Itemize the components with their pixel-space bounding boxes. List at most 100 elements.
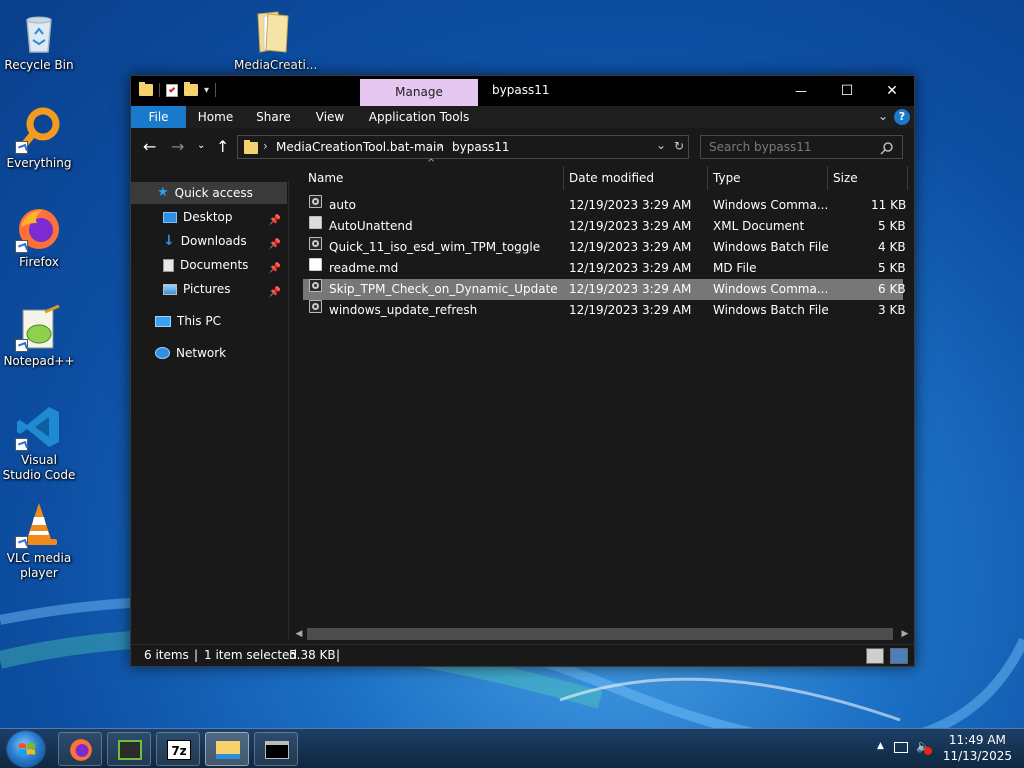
tab-view[interactable]: View [309,106,351,128]
column-header-date-modified[interactable]: Date modified [569,164,654,192]
file-row[interactable]: readme.md 12/19/2023 3:29 AM MD File 5 K… [303,258,906,279]
pin-icon[interactable]: 📌 [269,258,281,280]
file-name: Skip_TPM_Check_on_Dynamic_Update [329,282,558,296]
batch-file-icon [309,237,322,250]
nav-item-quick-access[interactable]: ★ Quick access [131,182,287,204]
breadcrumb-chevron-icon[interactable]: › [438,139,443,153]
file-explorer-icon [216,741,240,759]
back-arrow-icon[interactable]: ← [143,137,156,156]
column-header-name[interactable]: Name [308,164,343,192]
file-size: 3 KB [878,303,906,317]
taskbar-firefox[interactable] [58,732,102,766]
large-icons-view-button[interactable] [890,648,908,664]
desktop-icon-label: MediaCreati... [234,58,318,72]
new-folder-icon[interactable] [184,82,198,96]
file-size: 6 KB [878,282,906,296]
file-name: readme.md [329,261,399,275]
shortcut-arrow-icon [15,141,28,154]
desktop-icon-notepad-plus-plus[interactable]: Notepad++ [1,304,77,369]
taskbar-gpu-app[interactable] [107,732,151,766]
desktop-icon-label: Everything [6,156,72,170]
pictures-icon [163,283,177,295]
pin-icon[interactable]: 📌 [269,234,281,256]
title-bar[interactable]: ▾ Manage bypass11 — ☐ ✕ [131,76,914,106]
nav-item-label: Documents [180,258,249,272]
network-icon [155,347,170,359]
nav-item-label: Downloads [180,234,247,248]
file-type: Windows Comma... [713,282,829,296]
nav-item-network[interactable]: Network [131,342,287,364]
taskbar-file-explorer[interactable] [205,732,249,766]
taskbar-7zip[interactable]: 7z [156,732,200,766]
maximize-button[interactable]: ☐ [824,76,870,106]
close-button[interactable]: ✕ [869,76,915,106]
text-file-icon [309,258,322,271]
tab-file[interactable]: File [131,106,186,128]
clock[interactable]: 11:49 AM 11/13/2025 [943,732,1012,764]
scrollbar-thumb[interactable] [307,628,893,640]
horizontal-scrollbar[interactable]: ◀ ▶ [291,626,913,642]
file-row[interactable]: auto 12/19/2023 3:29 AM Windows Comma...… [303,195,906,216]
desktop-icon-mediacreation-folder[interactable]: MediaCreati... [234,8,318,73]
desktop-icon-vscode[interactable]: Visual Studio Code [1,403,77,483]
system-tray: ▲ 🔈 11:49 AM 11/13/2025 [874,729,1024,768]
nav-item-documents[interactable]: Documents 📌 [131,254,287,276]
search-box[interactable] [700,135,903,159]
manage-contextual-tab[interactable]: Manage [360,79,478,106]
toolbar-divider [159,83,160,97]
desktop-icon-label: Firefox [19,255,59,269]
forward-arrow-icon[interactable]: → [171,137,184,156]
address-dropdown-icon[interactable]: ⌄ [656,138,666,152]
column-divider[interactable] [563,166,564,190]
column-header-type[interactable]: Type [713,164,741,192]
desktop-icon-label: Visual Studio Code [2,453,76,482]
nav-item-this-pc[interactable]: This PC [131,310,287,332]
desktop-icon-firefox[interactable]: Firefox [1,205,77,270]
file-row-selected[interactable]: Skip_TPM_Check_on_Dynamic_Update 12/19/2… [303,279,906,300]
details-view-button[interactable] [866,648,884,664]
column-divider[interactable] [827,166,828,190]
desktop-icon-everything[interactable]: Everything [1,106,77,171]
clock-time: 11:49 AM [948,733,1006,747]
scroll-right-icon[interactable]: ▶ [897,626,913,642]
scroll-left-icon[interactable]: ◀ [291,626,307,642]
network-status-icon[interactable] [894,742,908,753]
show-hidden-icons-icon[interactable]: ▲ [877,741,884,751]
minimize-button[interactable]: — [778,76,824,106]
pin-icon[interactable]: 📌 [269,210,281,232]
desktop-icon-vlc[interactable]: VLC media player [1,501,77,581]
breadcrumb-mediacreationtool[interactable]: MediaCreationTool.bat-main [276,140,444,154]
properties-icon[interactable] [166,83,178,97]
nav-item-downloads[interactable]: ↓ Downloads 📌 [131,230,287,252]
column-header-size[interactable]: Size [833,164,858,192]
taskbar-command-prompt[interactable] [254,732,298,766]
pin-icon[interactable]: 📌 [269,282,281,304]
desktop-icon-recycle-bin[interactable]: Recycle Bin [1,8,77,73]
desktop-folder-icon [163,211,177,223]
tab-home[interactable]: Home [193,106,238,128]
file-row[interactable]: AutoUnattend 12/19/2023 3:29 AM XML Docu… [303,216,906,237]
tab-application-tools[interactable]: Application Tools [367,106,471,128]
nav-item-pictures[interactable]: Pictures 📌 [131,278,287,300]
up-arrow-icon[interactable]: ↑ [216,137,229,156]
breadcrumb-chevron-icon[interactable]: › [263,139,268,153]
computer-icon [155,315,171,327]
start-button[interactable] [6,730,46,768]
file-row[interactable]: Quick_11_iso_esd_wim_TPM_toggle 12/19/20… [303,237,906,258]
gpu-app-icon [118,740,142,760]
column-divider[interactable] [907,166,908,190]
address-bar[interactable]: › MediaCreationTool.bat-main › bypass11 … [237,135,689,159]
nav-item-desktop[interactable]: Desktop 📌 [131,206,287,228]
file-type: Windows Comma... [713,198,829,212]
breadcrumb-bypass11[interactable]: bypass11 [452,140,509,154]
refresh-icon[interactable]: ↻ [674,139,684,153]
recent-locations-chevron-icon[interactable]: ⌄ [197,140,205,151]
help-icon[interactable]: ? [894,109,910,125]
tab-share[interactable]: Share [251,106,296,128]
file-row[interactable]: windows_update_refresh 12/19/2023 3:29 A… [303,300,906,321]
column-divider[interactable] [707,166,708,190]
expand-ribbon-icon[interactable]: ⌄ [878,109,888,123]
customize-qat-icon[interactable]: ▾ [204,85,209,96]
file-type: Windows Batch File [713,303,829,317]
search-input[interactable] [701,136,876,158]
